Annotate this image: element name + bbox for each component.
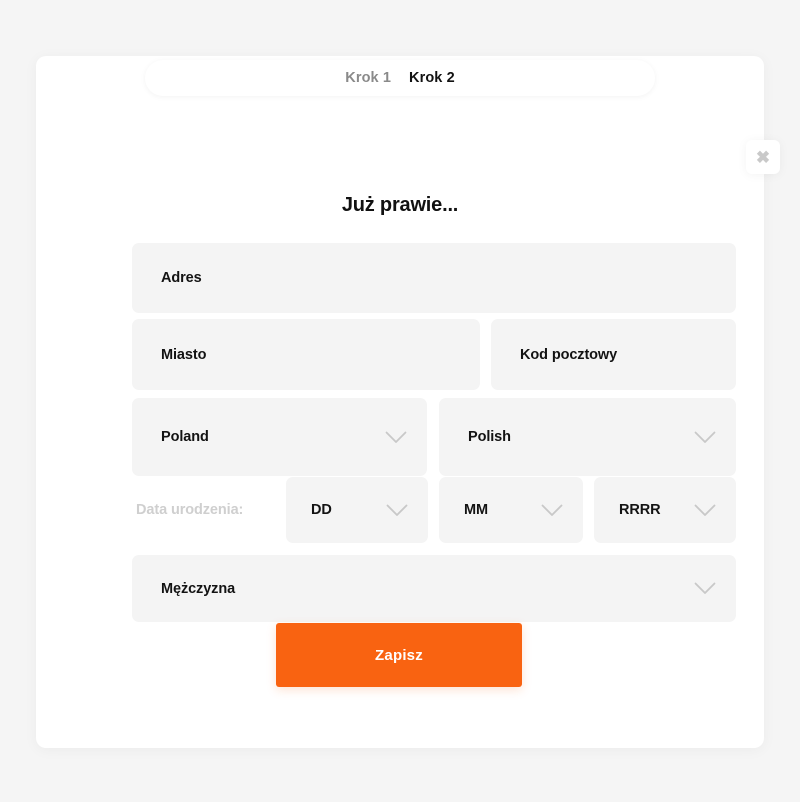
page-title: Już prawie...: [341, 194, 459, 216]
birthdate-label: Data urodzenia:: [136, 502, 244, 518]
birthdate-day-value: DD: [311, 502, 332, 518]
birthdate-month-select[interactable]: MM: [439, 477, 583, 543]
tab-step-1[interactable]: Krok 1: [345, 70, 391, 86]
city-field-label: Miasto: [161, 346, 207, 363]
country-select-value: Poland: [161, 429, 209, 445]
chevron-down-icon: [386, 504, 408, 517]
gender-select[interactable]: Mężczyzna: [132, 555, 736, 622]
birthdate-day-select[interactable]: DD: [286, 477, 428, 543]
save-button[interactable]: Zapisz: [276, 623, 522, 687]
language-select[interactable]: Polish: [439, 398, 736, 476]
close-icon: ✖: [755, 147, 771, 167]
chevron-down-icon: [541, 504, 563, 517]
close-button[interactable]: ✖: [746, 140, 780, 174]
birthdate-year-value: RRRR: [619, 502, 661, 518]
chevron-down-icon: [694, 504, 716, 517]
city-field[interactable]: Miasto: [132, 319, 480, 390]
language-select-value: Polish: [468, 429, 511, 445]
modal-overlay: Już prawie... Adres Miasto Kod pocztowy …: [0, 0, 800, 802]
chevron-down-icon: [694, 431, 716, 444]
gender-select-value: Mężczyzna: [161, 580, 236, 597]
chevron-down-icon: [385, 431, 407, 444]
step-indicator: Krok 1 Krok 2: [145, 60, 655, 96]
birthdate-month-value: MM: [464, 502, 488, 518]
address-field-label: Adres: [161, 270, 202, 286]
chevron-down-icon: [694, 582, 716, 595]
tab-step-2[interactable]: Krok 2: [409, 70, 455, 86]
birthdate-year-select[interactable]: RRRR: [594, 477, 736, 543]
postcode-field-label: Kod pocztowy: [520, 346, 618, 363]
address-field[interactable]: Adres: [132, 243, 736, 313]
postcode-field[interactable]: Kod pocztowy: [491, 319, 736, 390]
country-select[interactable]: Poland: [132, 398, 427, 476]
